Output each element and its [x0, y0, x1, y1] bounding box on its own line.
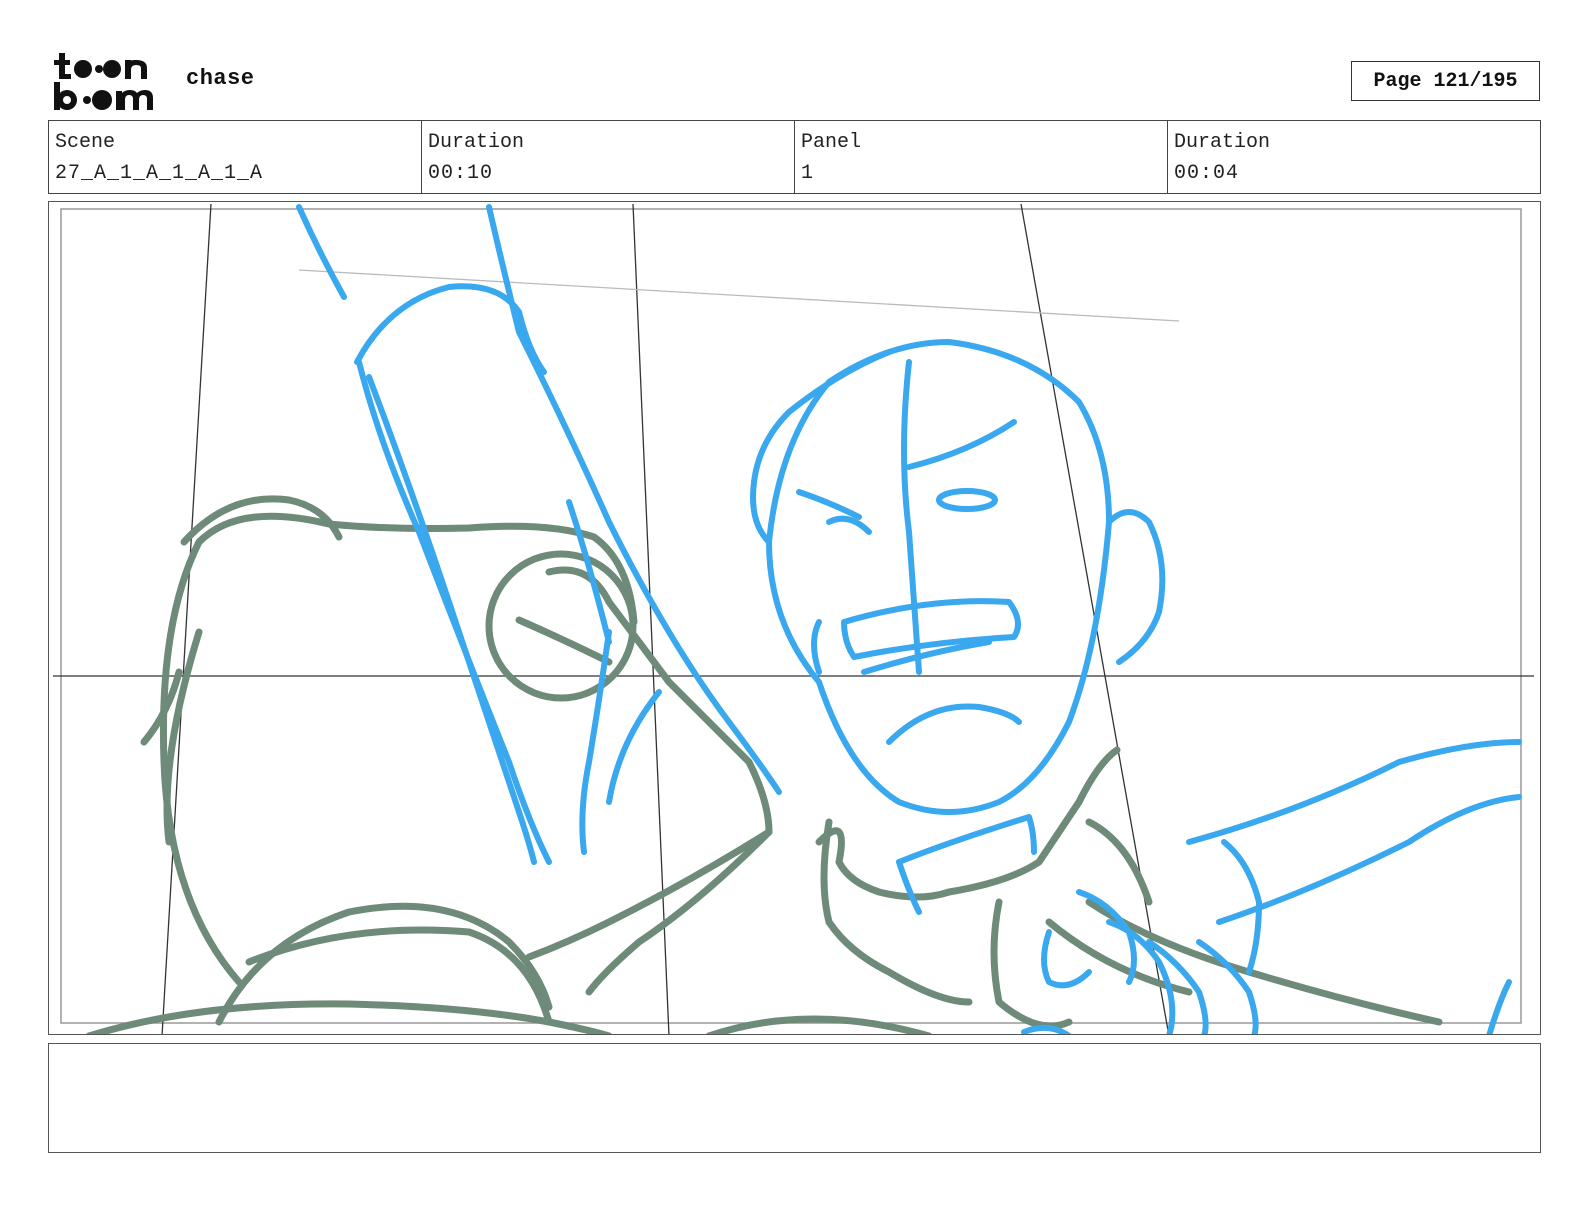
panel-cell: Panel 1: [794, 121, 1167, 193]
panel-label: Panel: [801, 131, 862, 154]
storyboard-panel: [48, 201, 1541, 1035]
panel-duration-cell: Duration 00:04: [1167, 121, 1540, 193]
panel-duration-value: 00:04: [1174, 162, 1240, 185]
scene-duration-cell: Duration 00:10: [421, 121, 794, 193]
perspective-grid: [53, 203, 1534, 1034]
scene-cell: Scene 27_A_1_A_1_A_1_A: [49, 121, 421, 193]
scene-info-table: Scene 27_A_1_A_1_A_1_A Duration 00:10 Pa…: [48, 120, 1541, 194]
scene-label: Scene: [55, 131, 116, 154]
panel-value: 1: [801, 162, 815, 185]
scene-duration-label: Duration: [428, 131, 525, 154]
project-title: chase: [186, 66, 255, 91]
panel-sketch: [53, 203, 1534, 1034]
scene-duration-value: 00:10: [428, 162, 494, 185]
panel-notes-box: [48, 1043, 1541, 1153]
blue-character-sketch: [296, 204, 1522, 1034]
panel-duration-label: Duration: [1174, 131, 1271, 154]
page-indicator: Page 121/195: [1351, 61, 1540, 101]
safe-frame: [60, 208, 1522, 1024]
toonboom-logo: [52, 50, 164, 112]
scene-value: 27_A_1_A_1_A_1_A: [55, 162, 264, 185]
